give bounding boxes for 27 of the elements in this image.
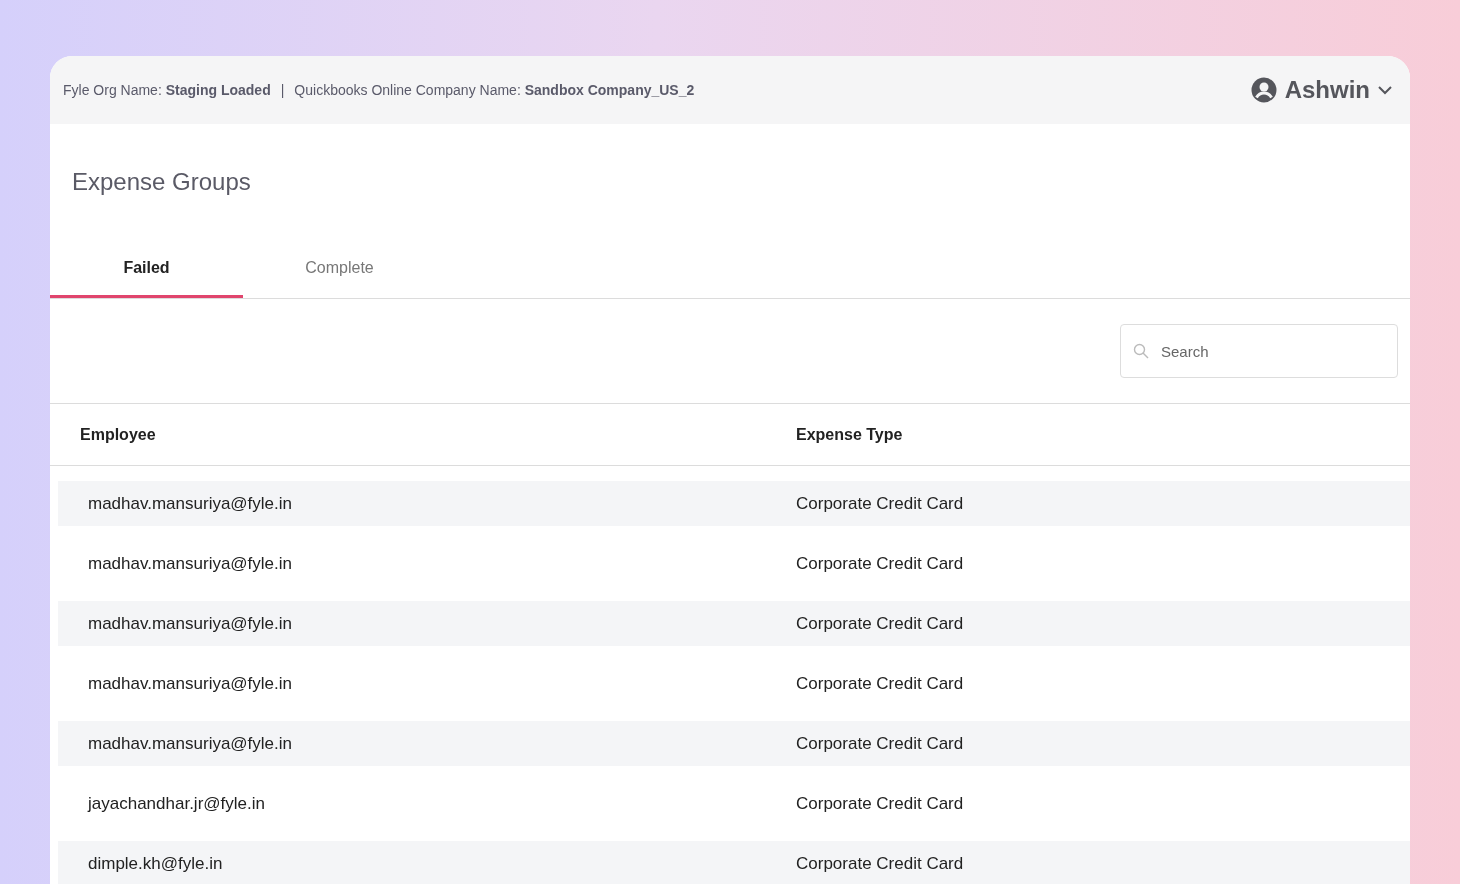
page-title: Expense Groups [71, 167, 252, 197]
user-menu[interactable]: Ashwin [1244, 75, 1398, 105]
column-header: Employee [80, 425, 157, 444]
table-cell-text: dimple.kh@fyle.in [88, 853, 224, 874]
separator: | [280, 82, 285, 98]
table-cell-text: Corporate Credit Card [796, 853, 965, 874]
table-cell-text: jayachandhar.jr@fyle.in [88, 793, 266, 814]
table-cell-text: madhav.mansuriya@fyle.in [88, 613, 294, 634]
table-cell-text: Corporate Credit Card [796, 613, 965, 634]
company-name: Quickbooks Online Company Name: Sandbox Company_US_2 [294, 82, 695, 98]
table-cell-text: madhav.mansuriya@fyle.in [88, 733, 294, 754]
org-name: Fyle Org Name: Staging Loaded [63, 82, 271, 98]
table-cell-text: Corporate Credit Card [796, 793, 965, 814]
table-cell-text: madhav.mansuriya@fyle.in [88, 673, 294, 694]
chevron-down-icon [1378, 85, 1392, 95]
table-cell-text: Corporate Credit Card [796, 493, 965, 514]
table-cell-text: Corporate Credit Card [796, 673, 965, 694]
tab[interactable]: Complete [243, 240, 436, 298]
table-cell-text: madhav.mansuriya@fyle.in [88, 493, 294, 514]
table-cell-text: Corporate Credit Card [796, 553, 965, 574]
table-cell-text: Corporate Credit Card [796, 733, 965, 754]
tab[interactable]: Failed [50, 240, 243, 298]
user-avatar-icon [1250, 77, 1277, 103]
column-header: Expense Type [796, 425, 904, 444]
search-icon [1133, 343, 1149, 359]
table-cell-text: madhav.mansuriya@fyle.in [88, 553, 294, 574]
search-field[interactable]: Search [1120, 324, 1398, 378]
